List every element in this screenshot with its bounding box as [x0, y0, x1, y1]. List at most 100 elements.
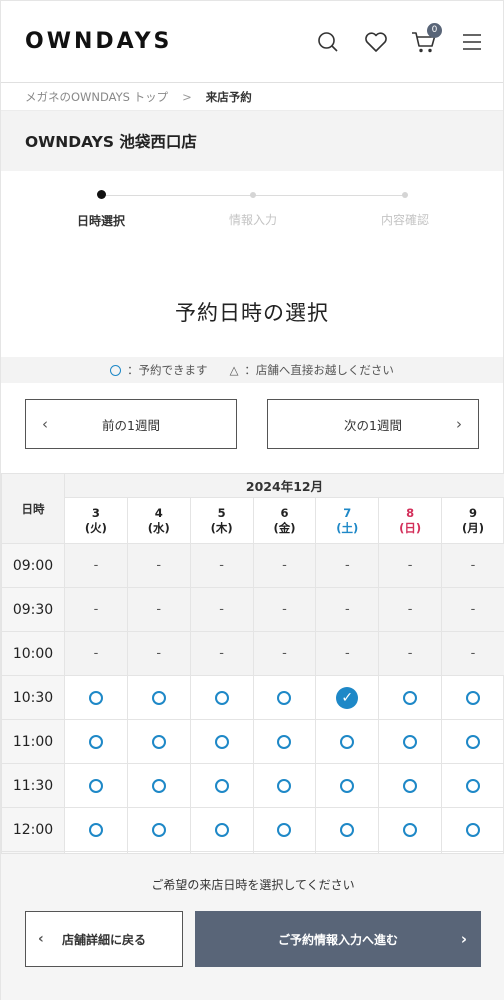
available-circle-icon[interactable] [214, 690, 229, 705]
time-label: 11:30 [1, 763, 65, 808]
step-info: 情報入力 [203, 188, 303, 228]
available-circle-icon [110, 364, 122, 376]
available-circle-icon[interactable] [277, 778, 292, 793]
day-date: 8 [406, 505, 415, 520]
menu-icon[interactable] [459, 29, 485, 55]
available-slot[interactable] [189, 675, 254, 720]
available-circle-icon[interactable] [340, 734, 355, 749]
step-label: 日時選択 [76, 214, 125, 228]
cart-count-badge: 0 [427, 22, 442, 38]
available-slot[interactable] [126, 763, 191, 808]
available-circle-icon[interactable] [403, 822, 418, 837]
day-weekday: (水) [147, 520, 170, 535]
unavailable-slot: - [441, 631, 504, 676]
day-date: 5 [217, 505, 226, 520]
unavailable-slot: - [378, 631, 443, 676]
available-circle-icon[interactable] [214, 778, 229, 793]
proceed-button[interactable]: ご予約情報入力へ進む › [195, 911, 481, 967]
available-slot[interactable] [441, 675, 504, 720]
unavailable-slot: - [441, 587, 504, 632]
available-circle-icon[interactable] [151, 690, 166, 705]
day-date: 9 [469, 505, 478, 520]
back-to-store-button[interactable]: ‹ 店舗詳細に戻る [25, 911, 183, 967]
available-slot[interactable] [315, 763, 380, 808]
legend: ：予約できます △ ：店舗へ直接お越しください [1, 357, 503, 383]
available-slot[interactable] [378, 719, 443, 764]
available-circle-icon[interactable] [466, 778, 481, 793]
available-circle-icon[interactable] [151, 778, 166, 793]
available-slot[interactable] [441, 719, 504, 764]
available-slot[interactable] [189, 807, 254, 852]
available-circle-icon[interactable] [88, 778, 103, 793]
available-circle-icon[interactable] [277, 822, 292, 837]
chevron-left-icon: ‹ [38, 931, 44, 947]
available-slot[interactable] [252, 807, 317, 852]
available-circle-icon[interactable] [466, 690, 481, 705]
available-slot[interactable] [252, 719, 317, 764]
available-slot[interactable] [315, 807, 380, 852]
legend-available: ：予約できます [127, 363, 208, 377]
heart-icon[interactable] [363, 29, 389, 55]
breadcrumb: メガネのOWNDAYS トップ > 来店予約 [1, 83, 503, 111]
step-dot [96, 190, 106, 199]
available-slot[interactable] [378, 807, 443, 852]
unavailable-slot: - [64, 631, 128, 676]
footer-bar: ご希望の来店日時を選択してください ‹ 店舗詳細に戻る ご予約情報入力へ進む › [1, 853, 504, 1000]
available-slot[interactable] [126, 807, 191, 852]
available-slot[interactable] [378, 763, 443, 808]
available-circle-icon[interactable] [340, 822, 355, 837]
available-circle-icon[interactable] [151, 822, 166, 837]
available-circle-icon[interactable] [403, 690, 418, 705]
available-slot[interactable] [378, 675, 443, 720]
day-header: 3 (火) [64, 497, 128, 544]
unavailable-slot: - [315, 587, 380, 632]
available-circle-icon[interactable] [340, 778, 355, 793]
triangle-icon: △ [229, 363, 239, 377]
next-week-button[interactable]: 次の1週間 › [267, 399, 479, 449]
available-slot[interactable] [126, 719, 191, 764]
cart-icon[interactable]: 0 [411, 22, 442, 55]
available-slot[interactable] [64, 675, 128, 720]
available-circle-icon[interactable] [403, 778, 418, 793]
day-date: 7 [343, 505, 352, 520]
unavailable-slot: - [126, 587, 191, 632]
available-slot[interactable] [189, 719, 254, 764]
day-header: 8 (日) [378, 497, 443, 544]
breadcrumb-separator: > [182, 89, 192, 104]
checkmark-icon[interactable]: ✓ [336, 686, 359, 709]
back-label: 店舗詳細に戻る [61, 932, 146, 947]
available-circle-icon[interactable] [88, 822, 103, 837]
calendar-table: 日時 2024年12月 3 (火) 4 (水) 5 (木) 6 (金) 7 (土) 8 (日) 9 (月)… [1, 473, 504, 853]
available-slot[interactable] [64, 763, 128, 808]
available-slot[interactable] [189, 763, 254, 808]
available-circle-icon[interactable] [214, 822, 229, 837]
store-name: OWNDAYS 池袋西口店 [1, 111, 503, 171]
available-slot[interactable] [252, 675, 317, 720]
available-slot[interactable] [252, 763, 317, 808]
available-slot[interactable] [64, 719, 128, 764]
available-circle-icon[interactable] [466, 822, 481, 837]
prev-week-button[interactable]: ‹ 前の1週間 [25, 399, 237, 449]
available-circle-icon[interactable] [277, 690, 292, 705]
available-slot[interactable] [126, 675, 191, 720]
available-slot[interactable] [315, 719, 380, 764]
selected-slot[interactable]: ✓ [315, 675, 380, 720]
available-circle-icon[interactable] [214, 734, 229, 749]
available-circle-icon[interactable] [466, 734, 481, 749]
available-circle-icon[interactable] [151, 734, 166, 749]
available-circle-icon[interactable] [88, 734, 103, 749]
breadcrumb-current: 来店予約 [205, 89, 252, 104]
unavailable-slot: - [189, 543, 254, 588]
available-circle-icon[interactable] [277, 734, 292, 749]
available-slot[interactable] [64, 807, 128, 852]
search-icon[interactable] [315, 29, 341, 55]
owndays-logo[interactable]: OWNDAYS [25, 29, 172, 54]
time-label: 10:00 [1, 631, 65, 676]
step-datetime: 日時選択 [51, 188, 151, 229]
breadcrumb-home[interactable]: メガネのOWNDAYS トップ [25, 89, 168, 105]
available-circle-icon[interactable] [88, 690, 103, 705]
available-circle-icon[interactable] [403, 734, 418, 749]
unavailable-slot: - [315, 631, 380, 676]
available-slot[interactable] [441, 807, 504, 852]
available-slot[interactable] [441, 763, 504, 808]
